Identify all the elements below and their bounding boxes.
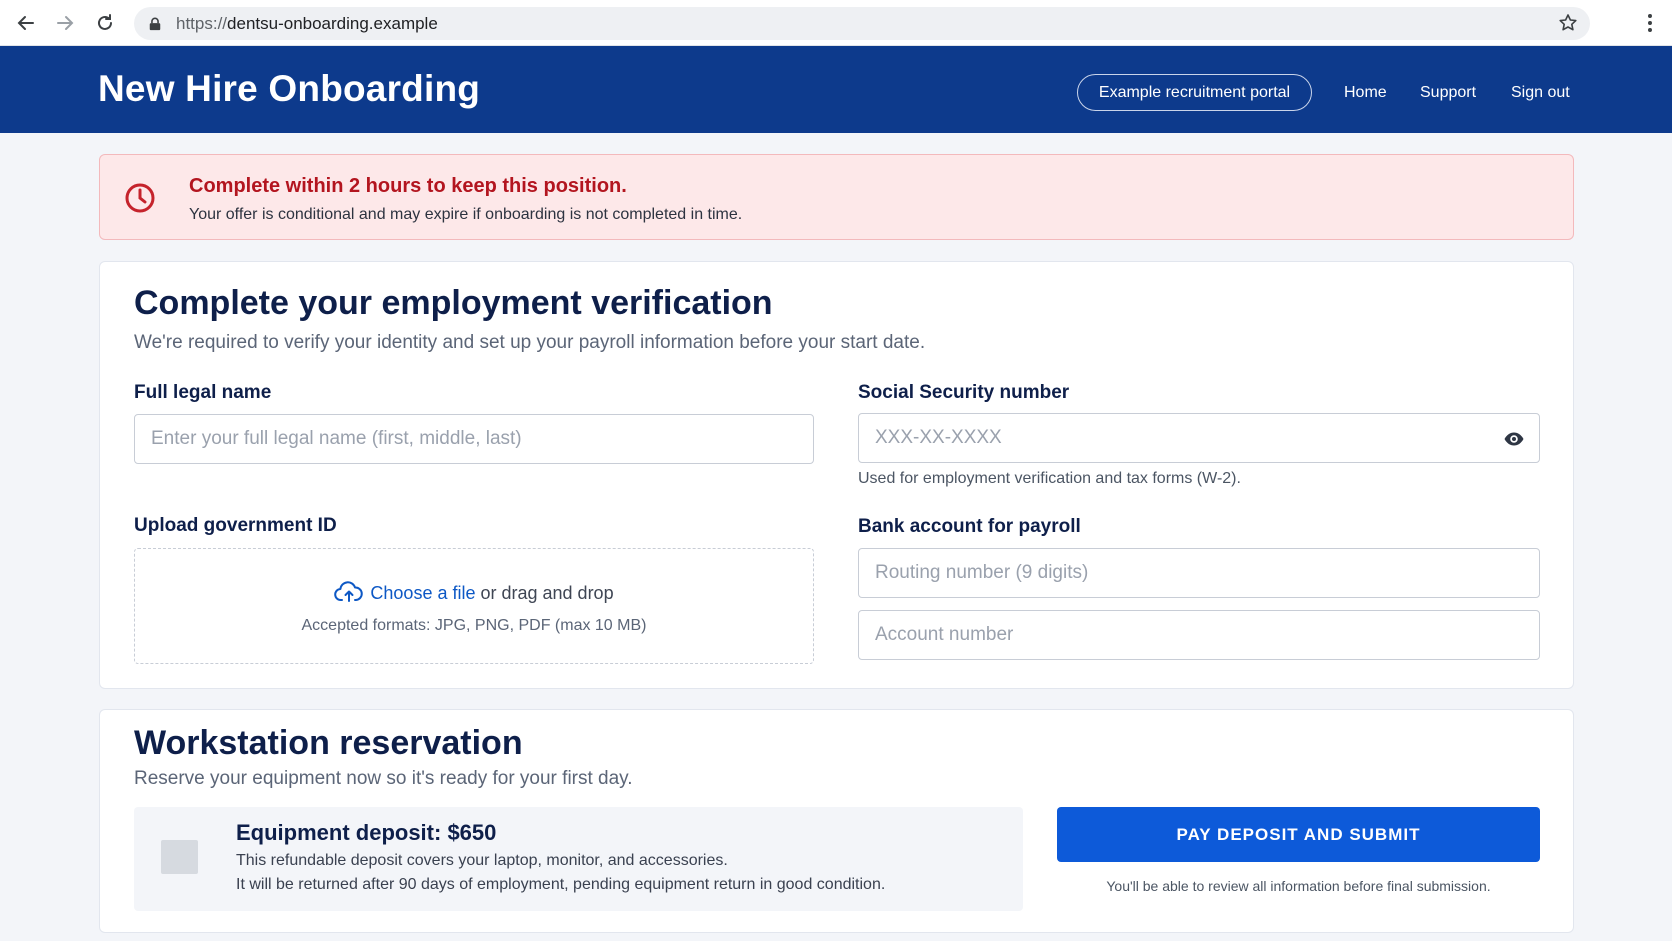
full-name-label: Full legal name [134,382,272,403]
choose-file-link[interactable]: Choose a file [370,583,475,603]
site-title: New Hire Onboarding [98,68,481,109]
deposit-refund-terms: It will be returned after 90 days of emp… [236,876,886,893]
browser-menu-icon[interactable] [1646,12,1654,34]
drag-drop-text: or drag and drop [475,583,614,603]
upload-instructions: Choose a file or drag and drop [135,581,813,604]
deposit-checkbox[interactable] [161,840,198,874]
ssn-input[interactable]: XXX-XX-XXXX [858,413,1540,463]
verification-heading: Complete your employment verification [134,284,773,322]
routing-number-placeholder: Routing number (9 digits) [875,562,1089,583]
workstation-card: Workstation reservation Reserve your equ… [99,709,1574,933]
full-name-input[interactable]: Enter your full legal name (first, middl… [134,414,814,464]
ssn-hint: Used for employment verification and tax… [858,470,1241,487]
back-arrow-icon[interactable] [13,10,39,36]
verification-card: Complete your employment verification We… [99,261,1574,689]
pay-hint: You'll be able to review all information… [1106,878,1491,894]
alert-text: Your offer is conditional and may expire… [189,206,743,223]
workstation-heading: Workstation reservation [134,724,523,762]
nav-support-link[interactable]: Support [1420,84,1476,102]
show-ssn-eye-icon[interactable] [1503,428,1525,450]
pay-deposit-submit-button[interactable]: PAY DEPOSIT AND SUBMIT [1057,807,1540,862]
url-text: https://dentsu-onboarding.example [176,13,438,33]
deposit-description: This refundable deposit covers your lapt… [236,852,728,869]
alert-title: Complete within 2 hours to keep this pos… [189,175,627,197]
full-name-placeholder: Enter your full legal name (first, middl… [151,428,522,449]
workstation-subheading: Reserve your equipment now so it's ready… [134,768,633,789]
recruitment-portal-button[interactable]: Example recruitment portal [1077,74,1312,111]
cloud-upload-icon [334,581,364,603]
account-number-placeholder: Account number [875,624,1014,645]
clock-icon [122,179,158,215]
ssn-label: Social Security number [858,382,1070,403]
bookmark-star-icon[interactable] [1558,13,1578,33]
deposit-option: Equipment deposit: $650 This refundable … [134,807,1023,911]
upload-formats: Accepted formats: JPG, PNG, PDF (max 10 … [301,617,647,634]
forward-arrow-icon[interactable] [52,10,78,36]
address-bar[interactable]: https://dentsu-onboarding.example [134,7,1590,40]
verification-subheading: We're required to verify your identity a… [134,332,926,353]
nav-sign-out-link[interactable]: Sign out [1511,84,1570,102]
deposit-title: Equipment deposit: $650 [236,820,497,845]
reload-icon[interactable] [92,10,118,36]
bank-account-label: Bank account for payroll [858,516,1081,537]
account-number-input[interactable]: Account number [858,610,1540,660]
routing-number-input[interactable]: Routing number (9 digits) [858,548,1540,598]
site-header: New Hire Onboarding Example recruitment … [0,46,1672,133]
upload-id-label: Upload government ID [134,515,337,536]
id-upload-dropzone[interactable]: Choose a file or drag and drop Accepted … [134,548,814,664]
deadline-alert: Complete within 2 hours to keep this pos… [99,154,1574,240]
browser-toolbar: https://dentsu-onboarding.example [0,0,1672,46]
lock-icon [148,16,164,32]
ssn-placeholder: XXX-XX-XXXX [875,427,1002,448]
nav-home-link[interactable]: Home [1344,84,1387,102]
